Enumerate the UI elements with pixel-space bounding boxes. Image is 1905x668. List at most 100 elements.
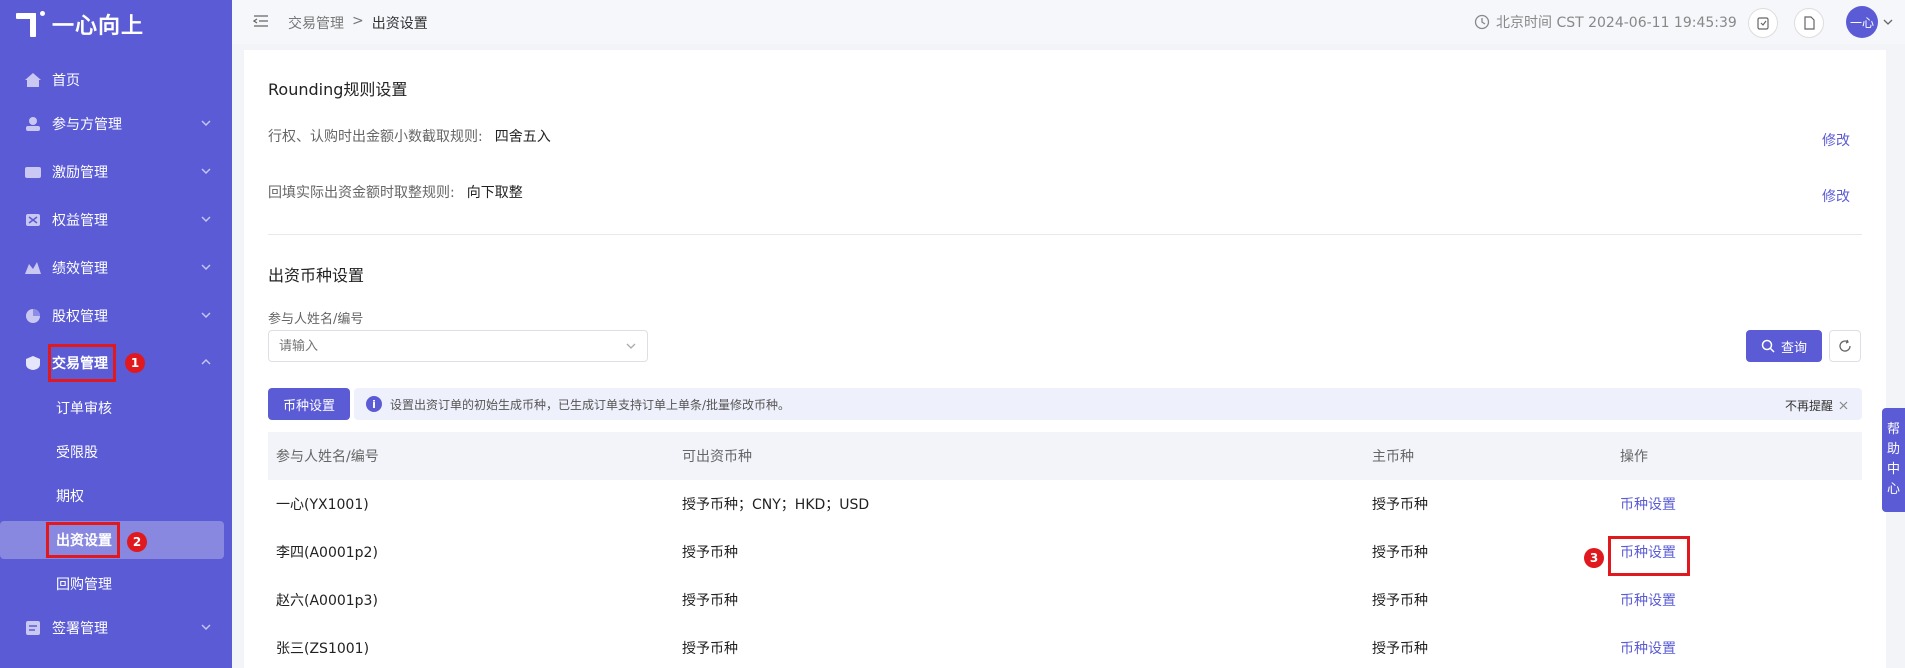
rule-label: 回填实际出资金额时取整规则:: [268, 185, 455, 201]
edit-rule-2-link[interactable]: 修改: [1822, 186, 1850, 206]
table-row: 张三(ZS1001) 授予币种 授予币种 币种设置: [268, 624, 1862, 668]
incentive-icon: [24, 164, 42, 180]
column-header: 参与人姓名/编号: [268, 432, 674, 480]
rule-value: 四舍五入: [494, 129, 551, 145]
currencies-cell: 授予币种；CNY；HKD；USD: [682, 497, 870, 513]
breadcrumb: 交易管理 > 出资设置: [288, 13, 428, 33]
notice-bar: i 设置出资订单的初始生成币种，已生成订单支持订单上单条/批量修改币种。 不再提…: [354, 388, 1862, 420]
query-button[interactable]: 查询: [1746, 330, 1822, 362]
close-icon: [1839, 401, 1848, 410]
chevron-down-icon: [201, 216, 211, 222]
sidebar-subitem-options[interactable]: 期权: [0, 477, 232, 515]
main-content: Rounding规则设置 行权、认购时出金额小数截取规则: 四舍五入 修改 回填实…: [244, 50, 1886, 668]
column-header: 操作: [1612, 432, 1862, 480]
sidebar-item-label: 绩效管理: [52, 261, 108, 277]
highlight-box: [48, 344, 116, 382]
clock-icon: [1474, 14, 1490, 30]
task-button[interactable]: [1748, 8, 1778, 38]
clock-text: 北京时间 CST 2024-06-11 19:45:39: [1496, 15, 1737, 31]
search-icon: [1761, 339, 1775, 353]
chevron-down-icon: [626, 343, 636, 349]
sidebar-item-participants[interactable]: 参与方管理: [0, 104, 232, 144]
help-center-tab[interactable]: 帮 助 中 心: [1882, 408, 1905, 512]
currency-setting-button[interactable]: 币种设置: [268, 388, 350, 420]
sidebar-item-trade[interactable]: 交易管理: [0, 343, 232, 383]
breadcrumb-item[interactable]: 交易管理: [288, 13, 344, 33]
column-header: 可出资币种: [674, 432, 1364, 480]
sidebar-item-incentive[interactable]: 激励管理: [0, 152, 232, 192]
participant-select[interactable]: [268, 330, 648, 362]
help-char: 心: [1886, 482, 1900, 497]
edit-rule-1-link[interactable]: 修改: [1822, 130, 1850, 150]
rule-label: 行权、认购时出金额小数截取规则:: [268, 129, 483, 145]
currency-section-title: 出资币种设置: [268, 266, 365, 285]
sign-icon: [24, 620, 42, 636]
sidebar-item-performance[interactable]: 绩效管理: [0, 248, 232, 288]
chevron-down-icon: [201, 312, 211, 318]
participants-icon: [24, 116, 42, 132]
sidebar: 一心向上 首页 参与方管理 激励管理 权益管理 绩效管理 股权管理 交易管理 订…: [0, 0, 232, 668]
currency-setting-link[interactable]: 币种设置: [1620, 497, 1676, 513]
refresh-icon: [1839, 339, 1851, 352]
sidebar-subitem-label: 受限股: [56, 445, 98, 461]
currency-setting-link[interactable]: 币种设置: [1620, 593, 1676, 609]
action-cell: 币种设置: [1612, 576, 1862, 624]
dismiss-notice[interactable]: 不再提醒: [1785, 397, 1848, 414]
collapse-menu-icon[interactable]: [252, 12, 270, 30]
chevron-up-icon: [201, 359, 211, 365]
rounding-section-title: Rounding规则设置: [268, 80, 408, 99]
equity-icon: [24, 308, 42, 324]
table-row: 赵六(A0001p3) 授予币种 授予币种 币种设置: [268, 576, 1862, 624]
logo[interactable]: 一心向上: [16, 6, 144, 42]
participant-cell: 一心(YX1001): [276, 497, 369, 513]
currencies-cell: 授予币种: [682, 545, 738, 561]
currency-setting-link[interactable]: 币种设置: [1620, 641, 1676, 657]
document-button[interactable]: [1794, 8, 1824, 38]
sidebar-subitem-label: 订单审核: [56, 401, 112, 417]
sidebar-subitem-restricted-stock[interactable]: 受限股: [0, 433, 232, 471]
sidebar-subitem-order-review[interactable]: 订单审核: [0, 389, 232, 427]
sidebar-item-label: 首页: [52, 73, 80, 89]
sidebar-item-equity[interactable]: 股权管理: [0, 296, 232, 336]
sidebar-item-sign[interactable]: 签署管理: [0, 608, 232, 648]
logo-text: 一心向上: [52, 14, 145, 39]
rights-icon: [24, 212, 42, 228]
rounding-rule-2: 回填实际出资金额时取整规则: 向下取整: [268, 182, 523, 202]
avatar[interactable]: 一心: [1846, 6, 1878, 38]
sidebar-item-home[interactable]: 首页: [0, 60, 232, 100]
help-char: 中: [1886, 462, 1900, 477]
performance-icon: [24, 260, 42, 276]
reset-button[interactable]: [1829, 330, 1861, 362]
participant-input[interactable]: [279, 338, 599, 354]
sidebar-item-label: 参与方管理: [52, 117, 122, 133]
clipboard-icon: [1757, 17, 1769, 30]
participant-cell: 张三(ZS1001): [276, 641, 370, 657]
sidebar-item-rights[interactable]: 权益管理: [0, 200, 232, 240]
table-row: 一心(YX1001) 授予币种；CNY；HKD；USD 授予币种 币种设置: [268, 480, 1862, 528]
trade-icon: [24, 355, 42, 371]
sidebar-item-label: 权益管理: [52, 213, 108, 229]
currencies-cell: 授予币种: [682, 641, 738, 657]
table-header-row: 参与人姓名/编号 可出资币种 主币种 操作: [268, 432, 1862, 480]
chevron-down-icon[interactable]: [1882, 16, 1894, 28]
dismiss-label: 不再提醒: [1784, 399, 1833, 413]
logo-mark-icon: [16, 9, 46, 39]
highlight-box: [46, 522, 120, 558]
breadcrumb-separator: >: [352, 13, 364, 29]
annotation-badge: 3: [1584, 548, 1604, 568]
breadcrumb-current: 出资设置: [371, 16, 428, 32]
highlight-box: [1608, 536, 1690, 576]
query-button-label: 查询: [1780, 340, 1807, 356]
main-currency-cell: 授予币种: [1372, 641, 1428, 657]
main-currency-cell: 授予币种: [1372, 497, 1428, 513]
sidebar-subitem-buyback[interactable]: 回购管理: [0, 565, 232, 603]
action-cell: 币种设置: [1612, 624, 1862, 668]
sidebar-subitem-label: 期权: [56, 489, 84, 505]
notice-text: 设置出资订单的初始生成币种，已生成订单支持订单上单条/批量修改币种。: [390, 397, 791, 412]
chevron-down-icon: [201, 168, 211, 174]
info-icon: i: [366, 396, 382, 412]
top-header: 交易管理 > 出资设置 北京时间 CST 2024-06-11 19:45:39…: [232, 0, 1905, 44]
help-char: 助: [1886, 442, 1900, 457]
chevron-down-icon: [201, 264, 211, 270]
sidebar-item-label: 签署管理: [52, 621, 108, 637]
